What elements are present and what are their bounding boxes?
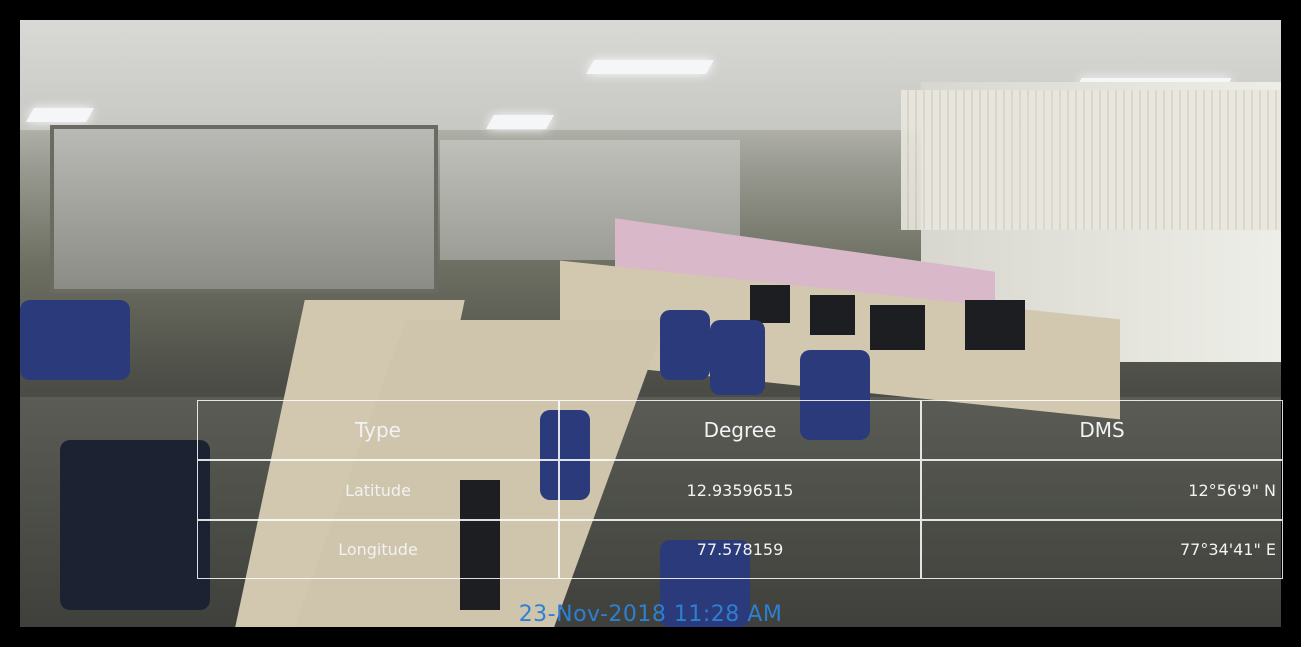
longitude-degree: 77.578159 <box>559 520 921 579</box>
glass-partition <box>50 125 438 293</box>
ceiling-light <box>25 108 95 122</box>
latitude-dms: 12°56'9" N <box>921 460 1283 520</box>
header-type: Type <box>197 400 559 460</box>
chair <box>710 320 765 395</box>
monitor <box>750 285 790 323</box>
ceiling-light <box>585 60 715 74</box>
window-blinds <box>901 90 1281 230</box>
latitude-label: Latitude <box>197 460 559 520</box>
timestamp: 23-Nov-2018 11:28 AM <box>518 602 783 627</box>
longitude-label: Longitude <box>197 520 559 579</box>
monitor <box>870 305 925 350</box>
monitor <box>810 295 855 335</box>
header-degree: Degree <box>559 400 921 460</box>
chair <box>660 310 710 380</box>
monitor <box>965 300 1025 350</box>
coordinates-table: Type Degree DMS Latitude 12.93596515 12°… <box>197 400 1283 579</box>
ceiling-light <box>485 115 555 129</box>
longitude-dms: 77°34'41" E <box>921 520 1283 579</box>
latitude-degree: 12.93596515 <box>559 460 921 520</box>
chair <box>20 300 130 380</box>
header-dms: DMS <box>921 400 1283 460</box>
backpack <box>60 440 210 610</box>
